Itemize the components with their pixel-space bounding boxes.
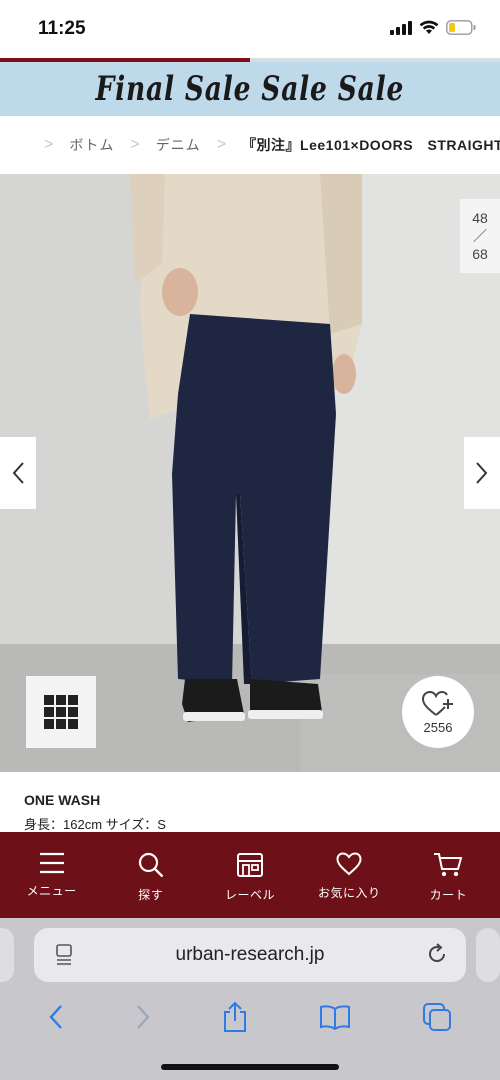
menu-icon bbox=[39, 852, 64, 874]
color-name: ONE WASH bbox=[24, 792, 101, 808]
nav-label-label: レーベル bbox=[225, 888, 276, 902]
tabs-icon[interactable] bbox=[422, 1002, 452, 1032]
nav-menu[interactable]: メニュー bbox=[2, 832, 101, 918]
grid-icon bbox=[44, 695, 78, 729]
shop-icon bbox=[237, 853, 263, 877]
url-text: urban-research.jp bbox=[175, 944, 325, 965]
counter-total: 68 bbox=[472, 246, 488, 262]
heart-icon bbox=[336, 852, 362, 876]
product-info: ONE WASH 身長：162cm サイズ：S bbox=[0, 772, 500, 832]
status-time: 11:25 bbox=[38, 18, 86, 39]
sale-banner-text: Final Sale Sale Sale bbox=[95, 69, 405, 109]
heart-plus-icon bbox=[421, 690, 453, 716]
cart-icon bbox=[434, 853, 463, 877]
breadcrumb-item-denim[interactable]: デニム bbox=[156, 135, 201, 155]
nav-favorites[interactable]: お気に入り bbox=[300, 832, 399, 918]
share-icon[interactable] bbox=[222, 1001, 248, 1033]
breadcrumb-item-bottoms[interactable]: ボトム bbox=[69, 135, 114, 155]
page-menu-icon[interactable] bbox=[54, 944, 74, 966]
next-image-button[interactable] bbox=[464, 437, 500, 509]
nav-menu-label: メニュー bbox=[26, 884, 77, 898]
prev-image-button[interactable] bbox=[0, 437, 36, 509]
nav-cart[interactable]: カート bbox=[399, 832, 498, 918]
wifi-icon bbox=[419, 20, 439, 34]
browser-toolbar bbox=[0, 992, 500, 1042]
chevron-right-icon: > bbox=[130, 136, 140, 153]
nav-favorites-label: お気に入り bbox=[317, 886, 381, 900]
model-spec: 身長：162cm サイズ：S bbox=[24, 817, 166, 832]
chevron-right-icon: > bbox=[44, 136, 54, 153]
nav-search-label: 探す bbox=[138, 888, 164, 902]
breadcrumb: > ボトム > デニム > 『別注』Lee101×DOORS STRAIGHT bbox=[0, 116, 500, 174]
home-indicator bbox=[161, 1064, 339, 1070]
status-icons bbox=[390, 20, 476, 35]
counter-separator: ／ bbox=[473, 228, 487, 244]
nav-label[interactable]: レーベル bbox=[200, 832, 299, 918]
sale-banner[interactable]: Final Sale Sale Sale bbox=[0, 62, 500, 116]
forward-icon[interactable] bbox=[135, 1004, 151, 1030]
bottom-nav: メニュー 探す レーベル お気に入り カート bbox=[0, 832, 500, 918]
counter-current: 48 bbox=[472, 210, 488, 226]
favorite-button[interactable]: 2556 bbox=[402, 676, 474, 748]
chevron-left-icon bbox=[12, 462, 24, 484]
prev-tab-preview[interactable] bbox=[0, 928, 14, 982]
nav-cart-label: カート bbox=[429, 888, 468, 902]
back-icon[interactable] bbox=[48, 1004, 64, 1030]
breadcrumb-current: 『別注』Lee101×DOORS STRAIGHT bbox=[242, 137, 500, 153]
nav-search[interactable]: 探す bbox=[101, 832, 200, 918]
signal-icon bbox=[390, 20, 412, 35]
favorite-count: 2556 bbox=[423, 719, 453, 735]
chevron-right-icon bbox=[476, 462, 488, 484]
next-tab-preview[interactable] bbox=[476, 928, 500, 982]
chevron-right-icon: > bbox=[216, 136, 227, 153]
search-icon bbox=[138, 852, 164, 878]
reload-icon[interactable] bbox=[426, 943, 448, 965]
battery-icon bbox=[446, 20, 476, 35]
status-bar: 11:25 bbox=[0, 0, 500, 58]
image-counter: 48 ／ 68 bbox=[460, 199, 500, 273]
bookmarks-icon[interactable] bbox=[319, 1004, 351, 1030]
thumbnail-grid-button[interactable] bbox=[26, 676, 96, 748]
address-bar[interactable]: urban-research.jp bbox=[34, 928, 466, 982]
